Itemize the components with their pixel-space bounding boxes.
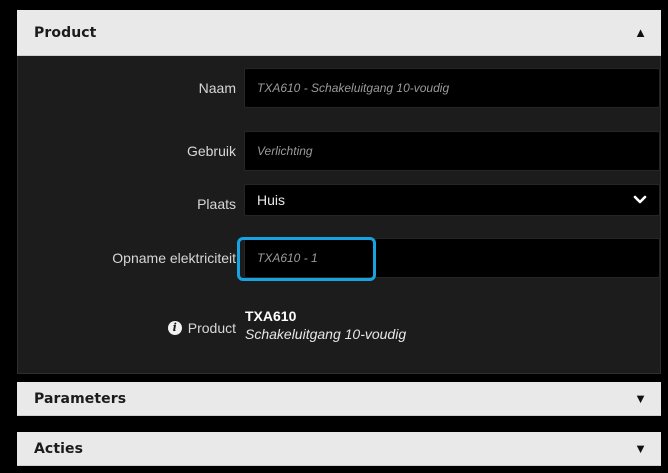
triangle-down-icon[interactable]: ▼ [634, 392, 647, 405]
acties-panel-header[interactable]: Acties ▼ [17, 432, 661, 466]
opname-row: Opname elektriciteit TXA610 - 1 [18, 237, 660, 281]
triangle-down-icon[interactable]: ▼ [634, 442, 647, 455]
plaats-select[interactable]: Huis [244, 184, 660, 216]
opname-label: Opname elektriciteit [112, 250, 236, 266]
product-code: TXA610 [245, 308, 297, 324]
acties-panel-title: Acties [34, 440, 84, 457]
product-description: Schakeluitgang 10-voudig [245, 326, 407, 342]
parameters-panel-title: Parameters [34, 390, 127, 407]
info-icon[interactable]: i [167, 321, 182, 335]
gebruik-field[interactable]: Verlichting [244, 131, 660, 171]
opname-field[interactable]: TXA610 - 1 [237, 237, 660, 281]
gebruik-row: Gebruik Verlichting [18, 131, 660, 171]
product-info-values: TXA610 Schakeluitgang 10-voudig [245, 308, 406, 342]
acties-panel: Acties ▼ [17, 432, 661, 466]
parameters-panel-header[interactable]: Parameters ▼ [17, 382, 661, 416]
naam-row: Naam TXA610 - Schakeluitgang 10-voudig [18, 68, 660, 108]
opname-field-value: TXA610 - 1 [257, 251, 318, 265]
plaats-row: Plaats Huis [18, 184, 660, 224]
product-panel-header[interactable]: Product ▲ [17, 10, 661, 56]
triangle-up-icon[interactable]: ▲ [634, 26, 647, 39]
product-panel-body: Naam TXA610 - Schakeluitgang 10-voudig G… [17, 56, 661, 374]
product-panel-title: Product [34, 24, 97, 41]
product-panel: Product ▲ Naam TXA610 - Schakeluitgang 1… [17, 10, 661, 374]
product-info-label-text: Product [187, 320, 236, 336]
plaats-select-value: Huis [257, 192, 286, 208]
product-info-label: i Product [16, 320, 236, 336]
naam-field[interactable]: TXA610 - Schakeluitgang 10-voudig [244, 68, 660, 108]
parameters-panel: Parameters ▼ [17, 382, 661, 416]
naam-label: Naam [198, 80, 236, 96]
plaats-label: Plaats [197, 196, 236, 212]
gebruik-label: Gebruik [186, 143, 236, 159]
chevron-down-icon [633, 195, 647, 204]
